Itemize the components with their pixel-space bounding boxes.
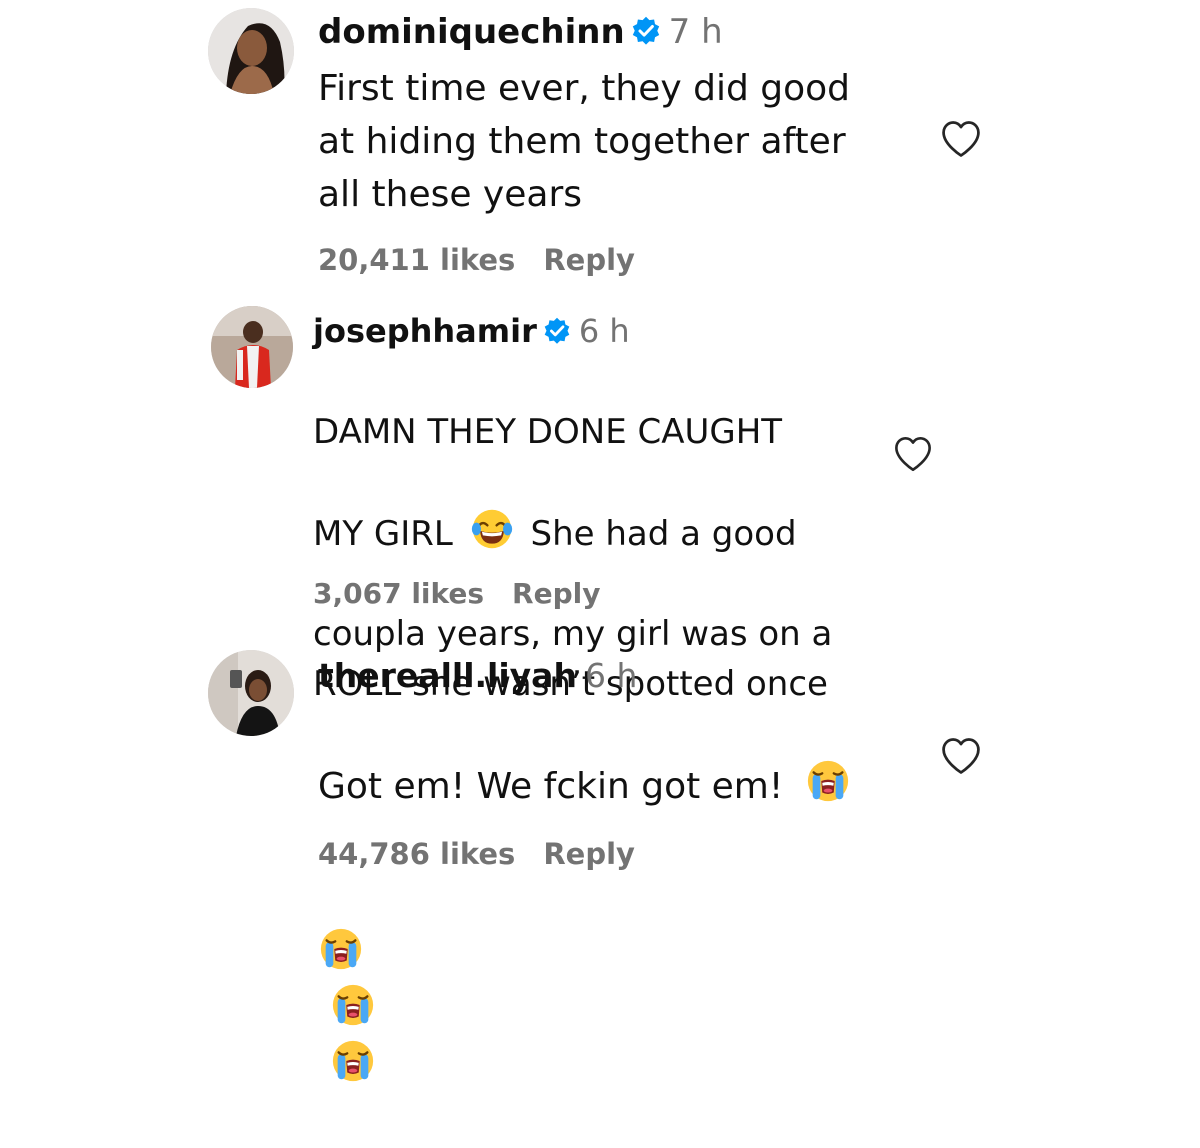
comment-meta: 3,067 likes Reply: [313, 577, 601, 610]
comment-text-line: Got em! We fckin got em!: [318, 758, 851, 814]
reply-button[interactable]: Reply: [543, 243, 635, 277]
loudly-crying-face-emoji: [330, 982, 376, 1028]
verified-badge-icon: [631, 16, 661, 46]
timestamp: 7 h: [668, 12, 723, 52]
avatar[interactable]: [208, 8, 294, 94]
loudly-crying-face-emoji: [805, 758, 851, 804]
face-with-tears-of-joy-emoji: [470, 507, 514, 551]
comment-text-segment: Got em! We fckin got em!: [318, 766, 784, 807]
likes-count[interactable]: 44,786 likes: [318, 837, 515, 871]
comment-therealll-liyah: therealll.liyah 6 h Got em! We fckin got …: [0, 630, 1200, 900]
comment-text: First time ever, they did good at hiding…: [318, 68, 851, 215]
heart-icon[interactable]: [939, 117, 983, 161]
username[interactable]: josephhamir: [313, 312, 537, 350]
heart-icon[interactable]: [939, 734, 983, 778]
comment-text-segment: MY GIRL: [313, 514, 453, 554]
comment-text-line: MY GIRL She had a good: [313, 507, 832, 559]
reply-button[interactable]: Reply: [512, 577, 600, 610]
timestamp: 6 h: [584, 656, 638, 695]
comment-text-line: DAMN THEY DONE CAUGHT: [313, 412, 783, 452]
username[interactable]: therealll.liyah: [318, 656, 577, 695]
comment-header: therealll.liyah 6 h: [318, 659, 637, 692]
likes-count[interactable]: 3,067 likes: [313, 577, 484, 610]
comment-meta: 20,411 likes Reply: [318, 243, 635, 277]
comment-meta: 44,786 likes Reply: [318, 837, 635, 871]
comment-text-segment: She had a good: [530, 514, 797, 554]
loudly-crying-face-emoji: [330, 1038, 376, 1084]
heart-icon[interactable]: [892, 433, 934, 475]
comment-header: josephhamir 6 h: [313, 315, 630, 347]
reply-button[interactable]: Reply: [543, 837, 635, 871]
comment-text: Got em! We fckin got em!: [318, 704, 851, 1148]
verified-badge-icon: [543, 317, 571, 345]
avatar[interactable]: [211, 306, 293, 388]
comment-emoji-line: [318, 872, 851, 1094]
likes-count[interactable]: 20,411 likes: [318, 243, 515, 277]
timestamp: 6 h: [578, 312, 630, 350]
loudly-crying-face-emoji: [318, 926, 364, 972]
comment-header: dominiquechinn 7 h: [318, 15, 723, 49]
comment-dominiquechinn: dominiquechinn 7 h First time ever, they …: [0, 0, 1200, 300]
username[interactable]: dominiquechinn: [318, 12, 625, 52]
comment-josephhamir: josephhamir 6 h DAMN THEY DONE CAUGHT MY …: [0, 300, 1200, 704]
avatar[interactable]: [208, 650, 294, 736]
